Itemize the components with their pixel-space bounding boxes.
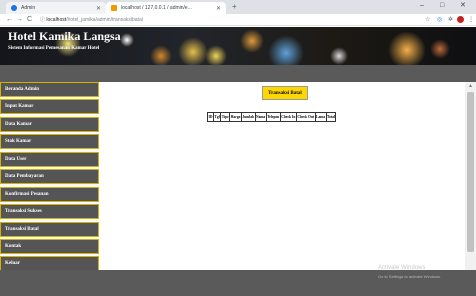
transaksi-batal-button[interactable]: Transaksi Batal	[262, 86, 308, 100]
sidebar-item-input-kamar[interactable]: Input Kamar	[0, 99, 99, 114]
column-header: Jumlah	[240, 112, 256, 122]
tab-label: Admin	[21, 5, 36, 11]
sidebar-item-transaksi-sukses[interactable]: Transaksi Sukses	[0, 204, 99, 219]
browser-toolbar: ← → C ⓘ localhost/hotel_jamika/admin/tra…	[0, 14, 476, 26]
sidebar-item-label: Transaksi Batal	[5, 227, 39, 232]
scroll-up-arrow-icon[interactable]: ▲	[465, 82, 476, 90]
page-scrollbar[interactable]: ▲	[465, 82, 476, 270]
sidebar-item-label: Data User	[5, 157, 27, 162]
sidebar-item-stok-kamar[interactable]: Stok Kamar	[0, 134, 99, 149]
browser-window: Admin ✕ localhost / 127.0.0.1 / admin/e.…	[0, 0, 476, 296]
sidebar-item-data-pembayaran[interactable]: Data Pembayaran	[0, 169, 99, 184]
globe-icon	[11, 5, 17, 11]
sidebar-item-label: Keluar	[5, 261, 20, 266]
transaksi-batal-table: ID Tgl Tipe Harga Jumlah Nama Telepon Ch…	[207, 112, 337, 122]
activate-windows-hint: Go to Settings to activate Windows.	[378, 274, 442, 279]
reload-button[interactable]: C	[27, 15, 32, 25]
close-icon[interactable]: ✕	[216, 5, 221, 12]
sidebar-item-label: Data Kamar	[5, 122, 32, 127]
sidebar-item-transaksi-batal[interactable]: Transaksi Batal	[0, 222, 99, 237]
bokeh-light	[330, 47, 348, 65]
avatar[interactable]	[457, 16, 464, 23]
sidebar-item-konfirmasi-pesanan[interactable]: Konfirmasi Pesanan	[0, 187, 99, 202]
bokeh-light	[205, 45, 227, 65]
transaksi-batal-button-label: Transaksi Batal	[268, 90, 302, 96]
url-host: localhost	[46, 17, 67, 23]
window-close-button[interactable]: ✕	[460, 1, 466, 11]
sidebar-item-label: Input Kamar	[5, 104, 34, 109]
bokeh-light	[150, 45, 172, 65]
sidebar-item-data-kamar[interactable]: Data Kamar	[0, 117, 99, 132]
sidebar-item-keluar[interactable]: Keluar	[0, 256, 99, 271]
column-header: Total	[325, 112, 337, 122]
sidebar-item-data-user[interactable]: Data User	[0, 152, 99, 167]
header-banner: Hotel Kamika Langsa Sistem Informasi Pem…	[0, 27, 476, 65]
tab-admin[interactable]: Admin ✕	[6, 2, 106, 14]
tab-phpmyadmin[interactable]: localhost / 127.0.0.1 / admin/e... ✕	[106, 2, 226, 14]
column-header: Telepon	[265, 112, 281, 122]
column-header: Tipe	[220, 112, 231, 122]
column-header: Check Out	[295, 112, 316, 122]
column-header: Check In	[279, 112, 297, 122]
menu-icon[interactable]: ⋮	[468, 15, 474, 25]
bokeh-light	[178, 37, 208, 65]
sidebar-item-label: Konfirmasi Pesanan	[5, 192, 49, 197]
puzzle-icon[interactable]: ✲	[448, 15, 453, 25]
table-header-row: ID Tgl Tipe Harga Jumlah Nama Telepon Ch…	[207, 112, 337, 122]
header-divider-bar	[0, 65, 476, 82]
sidebar-item-label: Data Pembayaran	[5, 174, 44, 179]
bokeh-light	[120, 33, 134, 47]
bokeh-light	[268, 35, 304, 65]
sidebar-item-label: Beranda Admin	[5, 87, 40, 92]
site-subtitle: Sistem Informasi Pemesanan Kamar Hotel	[8, 46, 100, 51]
close-icon[interactable]: ✕	[96, 5, 101, 12]
sidebar-item-label: Stok Kamar	[5, 139, 32, 144]
site-title: Hotel Kamika Langsa	[8, 29, 121, 43]
star-icon[interactable]: ☆	[425, 15, 430, 25]
column-header: Nama	[254, 112, 267, 122]
tab-strip: Admin ✕ localhost / 127.0.0.1 / admin/e.…	[0, 0, 476, 14]
address-bar[interactable]: ⓘ localhost/hotel_jamika/admin/transaksi…	[40, 16, 143, 24]
new-tab-button[interactable]: +	[232, 2, 237, 12]
sidebar-item-label: Kontak	[5, 244, 22, 249]
extension-icon[interactable]: ◎	[437, 15, 442, 25]
minimize-button[interactable]: –	[420, 1, 424, 11]
bokeh-light	[240, 29, 264, 53]
sidebar-item-beranda-admin[interactable]: Beranda Admin	[0, 82, 99, 97]
column-header: Lama	[314, 112, 327, 122]
sidebar-item-kontak[interactable]: Kontak	[0, 239, 99, 254]
sidebar-nav: Beranda Admin Input Kamar Data Kamar Sto…	[0, 82, 99, 271]
forward-button[interactable]: →	[16, 15, 23, 25]
bokeh-light	[430, 39, 450, 59]
sailboat-icon	[111, 5, 117, 11]
back-button[interactable]: ←	[6, 15, 13, 25]
bokeh-light	[388, 31, 426, 65]
scrollbar-thumb[interactable]	[467, 92, 474, 252]
column-header: Tgl	[212, 112, 222, 122]
column-header: Harga	[229, 112, 242, 122]
main-content: Transaksi Batal ID Tgl Tipe Harga Jumlah…	[99, 82, 465, 270]
maximize-button[interactable]: □	[440, 1, 444, 11]
tab-label: localhost / 127.0.0.1 / admin/e...	[121, 5, 192, 11]
url-path: /hotel_jamika/admin/transaksibatal	[66, 17, 143, 23]
activate-windows-watermark: Activate Windows	[378, 265, 426, 271]
sidebar-item-label: Transaksi Sukses	[5, 209, 42, 214]
